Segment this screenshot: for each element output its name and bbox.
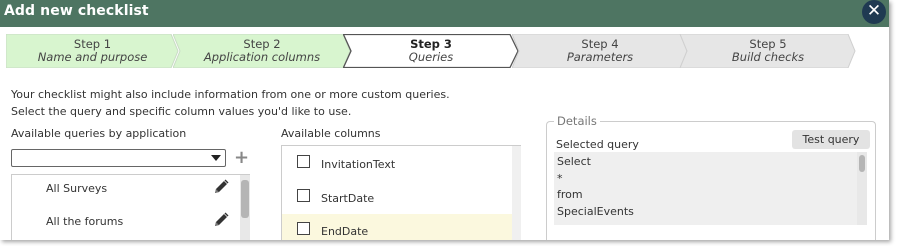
checkbox-icon[interactable]	[297, 222, 310, 235]
column-item[interactable]: InvitationText	[282, 147, 512, 180]
sql-line: from	[557, 188, 583, 201]
queries-scrollbar-thumb[interactable]	[241, 180, 249, 218]
step-sublabel: Name and purpose	[37, 50, 148, 64]
checkbox-icon[interactable]	[297, 189, 310, 202]
columns-list: InvitationText StartDate EndDate	[281, 145, 521, 240]
columns-scrollbar[interactable]	[512, 146, 521, 240]
intro-line-2: Select the query and specific column val…	[11, 105, 352, 118]
column-item[interactable]: EndDate	[282, 214, 512, 240]
wizard-steps: Step 1 Name and purpose Step 2 Application…	[6, 34, 856, 68]
step-1[interactable]: Step 1 Name and purpose	[6, 34, 179, 68]
sql-scrollbar-thumb[interactable]	[859, 155, 865, 172]
sql-line: SpecialEvents	[557, 204, 634, 218]
column-name: EndDate	[321, 225, 369, 238]
intro-text: Your checklist might also include inform…	[11, 86, 450, 120]
column-name: StartDate	[321, 192, 375, 205]
step-sublabel: Application columns	[203, 50, 321, 64]
pencil-icon[interactable]	[212, 211, 230, 232]
column-item[interactable]: StartDate	[282, 181, 512, 214]
sql-text[interactable]: Select * from SpecialEvents	[554, 152, 867, 225]
column-name: InvitationText	[321, 158, 396, 171]
query-name: All Surveys	[46, 182, 108, 195]
application-select[interactable]	[11, 149, 226, 167]
sql-line: Select	[557, 155, 591, 168]
step-5[interactable]: Step 5 Build checks	[680, 34, 856, 68]
checkbox-icon[interactable]	[297, 155, 310, 168]
dialog-title: Add new checklist	[4, 3, 149, 19]
pencil-icon[interactable]	[212, 178, 230, 199]
test-query-button[interactable]: Test query	[792, 130, 870, 149]
details-panel: Details Test query Selected query Select…	[546, 114, 876, 240]
sql-scrollbar[interactable]	[857, 152, 867, 225]
selected-query-label: Selected query	[556, 138, 639, 151]
query-item[interactable]: All Surveys	[12, 175, 240, 205]
query-name: All the forums	[46, 215, 124, 228]
step-3[interactable]: Step 3 Queries	[343, 34, 519, 68]
dialog-titlebar: Add new checklist ✕	[0, 0, 889, 27]
step-4[interactable]: Step 4 Parameters	[512, 34, 688, 68]
step-2[interactable]: Step 2 Application columns	[173, 34, 351, 68]
step-sublabel: Parameters	[566, 50, 634, 64]
queries-list: All Surveys All the forums	[11, 174, 250, 240]
columns-label: Available columns	[281, 127, 381, 140]
add-checklist-dialog: Add new checklist ✕ Step 1 Name and purpo…	[0, 0, 889, 240]
chevron-down-icon	[211, 155, 221, 161]
close-icon[interactable]: ✕	[862, 0, 886, 24]
intro-line-1: Your checklist might also include inform…	[11, 88, 450, 101]
plus-icon[interactable]: +	[234, 149, 249, 167]
sql-line: *	[557, 171, 563, 185]
step-sublabel: Build checks	[731, 50, 805, 64]
queries-scrollbar[interactable]	[240, 175, 250, 240]
query-item[interactable]: All the forums	[12, 208, 240, 238]
queries-label: Available queries by application	[11, 127, 187, 140]
step-sublabel: Queries	[408, 50, 454, 64]
details-legend: Details	[554, 114, 600, 128]
